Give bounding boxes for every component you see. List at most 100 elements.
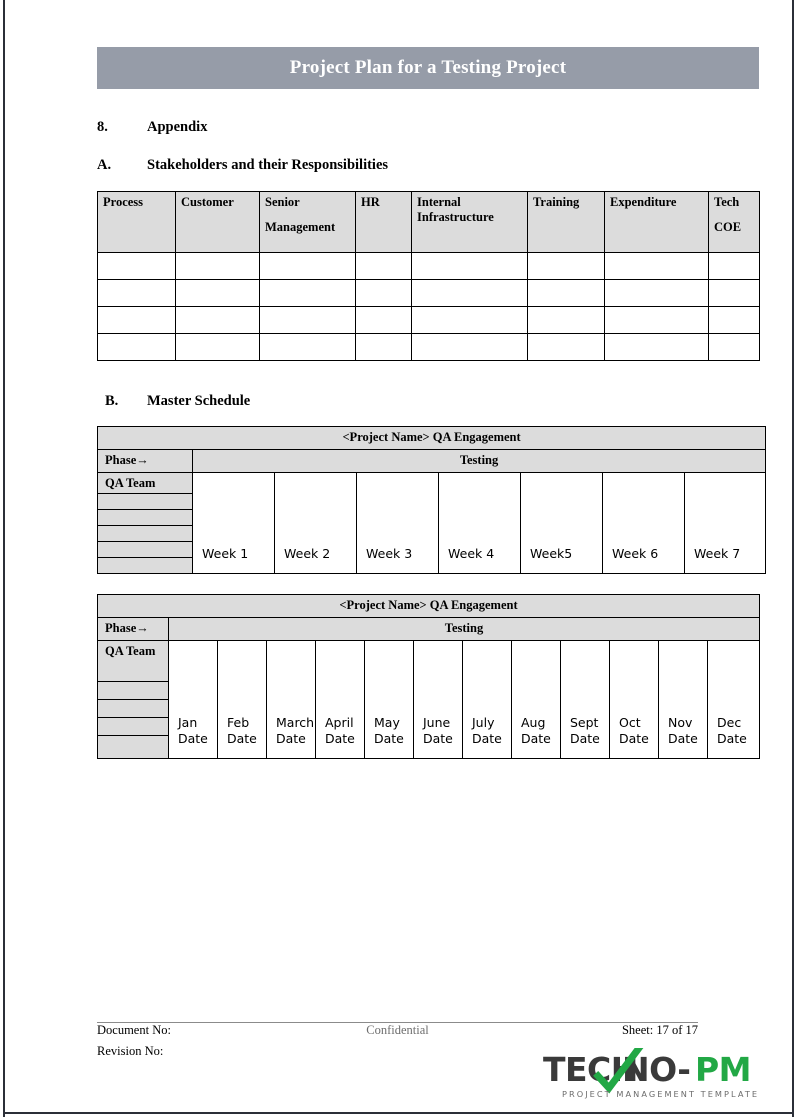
period-sub: Date <box>325 731 355 746</box>
table-cell[interactable] <box>97 279 176 307</box>
period-cell-week-4[interactable]: Week 4 <box>438 472 521 574</box>
table-cell[interactable] <box>97 252 176 280</box>
table-cell[interactable] <box>604 333 709 361</box>
table-cell[interactable] <box>604 306 709 334</box>
table-cell[interactable] <box>259 252 356 280</box>
period-cell-week-7[interactable]: Week 7 <box>683 472 767 574</box>
document-title-banner: Project Plan for a Testing Project <box>97 47 759 89</box>
table-row[interactable] <box>97 333 760 361</box>
table-cell[interactable] <box>604 279 709 307</box>
table-cell[interactable] <box>355 333 412 361</box>
period-cell-week-2[interactable]: Week 2 <box>274 472 357 574</box>
period-name: Week 6 <box>612 546 659 561</box>
team-blank-cell[interactable] <box>97 541 193 558</box>
period-cell-oct[interactable]: Oct Date <box>609 640 659 759</box>
heading-stakeholders: A. Stakeholders and their Responsibiliti… <box>97 157 759 174</box>
table-cell[interactable] <box>175 333 260 361</box>
period-cell-sept[interactable]: Sept Date <box>560 640 610 759</box>
stakeholders-body <box>97 252 760 361</box>
period-cell-june[interactable]: June Date <box>413 640 463 759</box>
team-blank-cell[interactable] <box>97 699 169 718</box>
table-cell[interactable] <box>527 279 605 307</box>
period-sub: Date <box>570 731 600 746</box>
table-row[interactable] <box>97 252 760 280</box>
period-cell-april[interactable]: April Date <box>315 640 365 759</box>
period-cell-week-3[interactable]: Week 3 <box>356 472 439 574</box>
period-sub: Date <box>178 731 208 746</box>
period-name: Week 4 <box>448 546 495 561</box>
table-cell[interactable] <box>355 306 412 334</box>
svg-text:PROJECT MANAGEMENT TEMPLATES: PROJECT MANAGEMENT TEMPLATES <box>562 1089 758 1099</box>
table-cell[interactable] <box>708 306 760 334</box>
header-line-1: Process <box>103 195 144 209</box>
period-cell-week-6[interactable]: Week 6 <box>602 472 685 574</box>
team-blank-cell[interactable] <box>97 735 169 759</box>
period-name: Week 2 <box>284 546 331 561</box>
period-name: Sept <box>570 715 599 730</box>
team-blank-cell[interactable] <box>97 493 193 510</box>
stakeholders-header-cell: Senior Management <box>259 191 356 253</box>
table-cell[interactable] <box>355 279 412 307</box>
table-cell[interactable] <box>708 333 760 361</box>
table-cell[interactable] <box>411 252 528 280</box>
table-cell[interactable] <box>175 306 260 334</box>
table-cell[interactable] <box>355 252 412 280</box>
period-name: July <box>472 715 495 730</box>
table-cell[interactable] <box>708 252 760 280</box>
table-cell[interactable] <box>97 333 176 361</box>
period-cell-jan[interactable]: Jan Date <box>168 640 218 759</box>
team-blank-cell[interactable] <box>97 717 169 736</box>
period-name: April <box>325 715 354 730</box>
period-cell-feb[interactable]: Feb Date <box>217 640 267 759</box>
period-name: March <box>276 715 315 730</box>
table-cell[interactable] <box>527 333 605 361</box>
team-blank-cell[interactable] <box>97 525 193 542</box>
period-cell-week-1[interactable]: Week 1 <box>192 472 275 574</box>
period-cell-dec[interactable]: Dec Date <box>706 640 761 759</box>
heading-stakeholders-title: Stakeholders and their Responsibilities <box>147 157 389 173</box>
table-cell[interactable] <box>175 279 260 307</box>
page-border-left <box>3 0 5 1117</box>
period-cell-aug[interactable]: Aug Date <box>511 640 561 759</box>
table-cell[interactable] <box>259 279 356 307</box>
team-blank-cell[interactable] <box>97 681 169 700</box>
team-blank-cell[interactable] <box>97 509 193 526</box>
stakeholders-header-cell: Internal Infrastructure <box>411 191 528 253</box>
table-cell[interactable] <box>411 333 528 361</box>
period-cell-nov[interactable]: Nov Date <box>658 640 708 759</box>
footer-revision-no: Revision No: <box>97 1044 164 1058</box>
document-title: Project Plan for a Testing Project <box>289 57 567 78</box>
table-cell[interactable] <box>527 252 605 280</box>
team-blank-cell[interactable] <box>97 557 193 574</box>
period-cell-july[interactable]: July Date <box>462 640 512 759</box>
table-cell[interactable] <box>708 279 760 307</box>
schedule-phase-row: Phase→ Testing <box>97 449 767 473</box>
period-cell-week-5[interactable]: Week5 <box>520 472 603 574</box>
header-line-2: Management <box>265 219 336 234</box>
heading-appendix-title: Appendix <box>147 119 208 135</box>
qa-team-label-cell: QA Team <box>97 472 193 494</box>
table-cell[interactable] <box>527 306 605 334</box>
page-content: Project Plan for a Testing Project 8. Ap… <box>96 0 767 759</box>
table-row[interactable] <box>97 306 760 334</box>
phase-value: Testing <box>459 453 499 467</box>
table-cell[interactable] <box>411 306 528 334</box>
period-name: Week 1 <box>202 546 249 561</box>
table-cell[interactable] <box>259 333 356 361</box>
schedule-title-cell: <Project Name> QA Engagement <box>96 594 761 618</box>
period-sub: Date <box>227 731 257 746</box>
period-sub: Date <box>423 731 453 746</box>
qa-team-label: QA Team <box>105 644 156 658</box>
table-cell[interactable] <box>259 306 356 334</box>
table-cell[interactable] <box>411 279 528 307</box>
table-cell[interactable] <box>97 306 176 334</box>
period-cell-march[interactable]: March Date <box>266 640 316 759</box>
period-cell-may[interactable]: May Date <box>364 640 414 759</box>
period-name: Jan <box>178 715 198 730</box>
table-cell[interactable] <box>175 252 260 280</box>
stakeholders-header-cell: Customer <box>175 191 260 253</box>
table-row[interactable] <box>97 279 760 307</box>
period-sub: Date <box>276 731 306 746</box>
table-cell[interactable] <box>604 252 709 280</box>
period-sub: Date <box>472 731 502 746</box>
